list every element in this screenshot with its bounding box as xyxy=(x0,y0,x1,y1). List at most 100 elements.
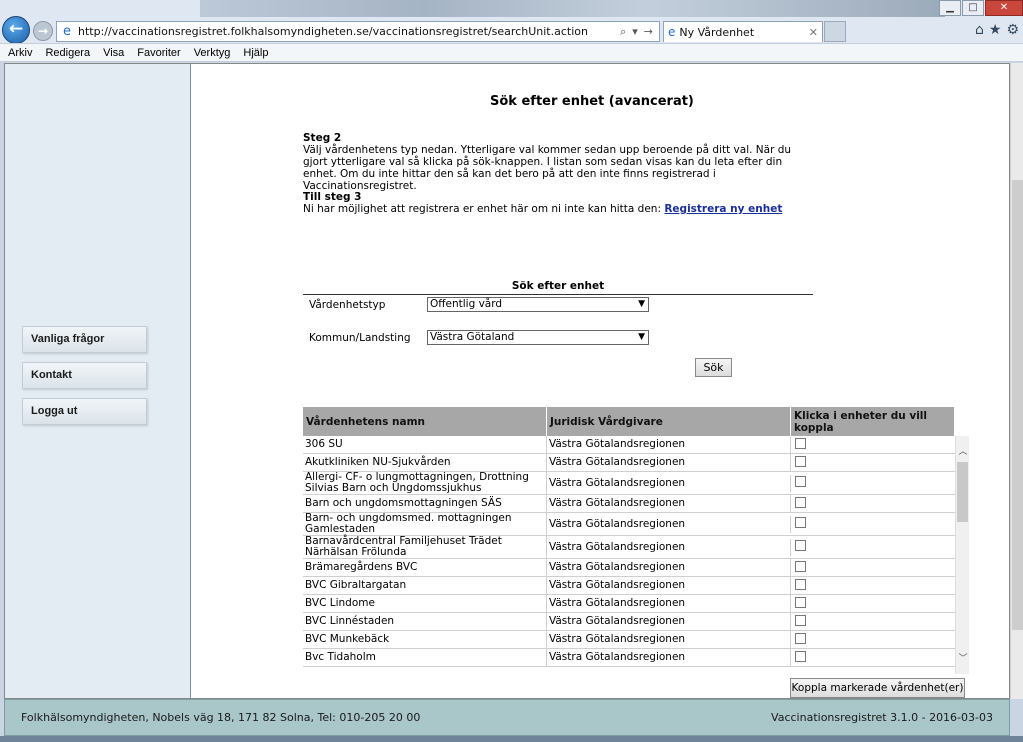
browser-chrome: ▁ □ ✕ ← → e http://vaccinationsregistret… xyxy=(0,0,1023,62)
address-bar[interactable]: e http://vaccinationsregistret.folkhalso… xyxy=(56,21,660,42)
connect-checkbox[interactable] xyxy=(795,496,806,508)
unit-name-cell: 306 SU xyxy=(303,436,547,453)
menu-hjalp[interactable]: Hjälp xyxy=(243,47,268,59)
unit-name-cell: Bvc Tidaholm xyxy=(303,649,547,666)
connect-checkbox[interactable] xyxy=(795,455,806,467)
chevron-down-icon: ▼ xyxy=(638,332,645,342)
sidebar-item-faq[interactable]: Vanliga frågor xyxy=(22,326,147,353)
region-label: Kommun/Landsting xyxy=(309,331,411,344)
provider-cell: Västra Götalandsregionen xyxy=(547,613,791,630)
connect-checkbox[interactable] xyxy=(795,614,806,626)
search-heading: Sök efter enhet xyxy=(303,280,813,295)
home-icon[interactable]: ⌂ xyxy=(975,22,984,38)
connect-checkbox[interactable] xyxy=(795,596,806,608)
table-scrollbar[interactable]: ︿ ﹀ xyxy=(955,436,969,674)
table-body: 306 SU Västra Götalandsregionen Akutklin… xyxy=(303,436,955,674)
go-icon[interactable]: → xyxy=(644,25,653,39)
menu-arkiv[interactable]: Arkiv xyxy=(8,47,32,59)
step2-text: Välj vårdenhetens typ nedan. Ytterligare… xyxy=(303,144,792,192)
maximize-icon[interactable]: □ xyxy=(962,0,984,16)
search-icon[interactable]: ⌕ xyxy=(620,25,626,39)
provider-cell: Västra Götalandsregionen xyxy=(547,631,791,648)
chevron-up-icon[interactable]: ︿ xyxy=(956,444,970,457)
table-row: BVC Lindome Västra Götalandsregionen xyxy=(303,595,955,613)
table-row: Akutkliniken NU-Sjukvården Västra Götala… xyxy=(303,454,955,472)
table-row: Barn och ungdomsmottagningen SÄS Västra … xyxy=(303,495,955,513)
table-row: Bvc Tidaholm Västra Götalandsregionen xyxy=(303,649,955,667)
step2-heading: Steg 2 xyxy=(303,132,342,144)
back-button[interactable]: ← xyxy=(2,16,30,44)
connect-checkbox[interactable] xyxy=(795,476,806,487)
table-row: BVC Gibraltargatan Västra Götalandsregio… xyxy=(303,577,955,595)
minimize-icon[interactable]: ▁ xyxy=(939,0,961,16)
header-provider: Juridisk Vårdgivare xyxy=(547,407,791,436)
table-row: 306 SU Västra Götalandsregionen xyxy=(303,436,955,454)
connect-checkbox[interactable] xyxy=(795,517,806,528)
search-button[interactable]: Sök xyxy=(695,358,732,377)
new-tab-button[interactable] xyxy=(824,21,846,42)
unit-type-row: Vårdenhetstyp Offentlig vård ▼ xyxy=(309,297,649,312)
favorites-star-icon[interactable]: ★ xyxy=(989,22,1002,38)
table-row: BVC Munkebäck Västra Götalandsregionen xyxy=(303,631,955,649)
connect-checkbox[interactable] xyxy=(795,560,806,572)
header-connect: Klicka i enheter du vill koppla xyxy=(791,407,955,436)
unit-name-cell: Akutkliniken NU-Sjukvården xyxy=(303,454,547,471)
window-background xyxy=(200,0,945,17)
table-row: Allergi- CF- o lungmottagningen, Drottni… xyxy=(303,472,955,495)
results-table: Vårdenhetens namn Juridisk Vårdgivare Kl… xyxy=(303,407,969,674)
unit-name-cell: BVC Gibraltargatan xyxy=(303,577,547,594)
menu-verktyg[interactable]: Verktyg xyxy=(194,47,231,59)
chevron-down-icon[interactable]: ﹀ xyxy=(956,651,970,664)
menu-favoriter[interactable]: Favoriter xyxy=(137,47,180,59)
chevron-down-icon: ▼ xyxy=(638,299,645,309)
unit-type-select[interactable]: Offentlig vård ▼ xyxy=(427,297,649,312)
step2-block: Steg 2 Välj vårdenhetens typ nedan. Ytte… xyxy=(303,132,813,192)
provider-cell: Västra Götalandsregionen xyxy=(547,515,791,533)
step3-heading: Till steg 3 xyxy=(303,191,362,203)
unit-type-value: Offentlig vård xyxy=(430,298,503,310)
settings-gear-icon[interactable]: ⚙ xyxy=(1006,22,1019,38)
region-select[interactable]: Västra Götaland ▼ xyxy=(427,330,649,345)
provider-cell: Västra Götalandsregionen xyxy=(547,595,791,612)
footer: Folkhälsomyndigheten, Nobels väg 18, 171… xyxy=(4,699,1010,736)
connect-checkbox[interactable] xyxy=(795,540,806,551)
connect-checkbox[interactable] xyxy=(795,650,806,662)
unit-name-cell: Barn- och ungdomsmed. mottagningen Gamle… xyxy=(303,513,547,535)
menu-visa[interactable]: Visa xyxy=(103,47,124,59)
ie-page-icon: e xyxy=(63,23,71,39)
table-row: Brämaregårdens BVC Västra Götalandsregio… xyxy=(303,559,955,577)
unit-type-label: Vårdenhetstyp xyxy=(309,298,386,311)
unit-name-cell: Barn och ungdomsmottagningen SÄS xyxy=(303,495,547,512)
tab-page-icon: e xyxy=(668,25,676,39)
provider-cell: Västra Götalandsregionen xyxy=(547,559,791,576)
step3-text: Ni har möjlighet att registrera er enhet… xyxy=(303,203,665,215)
table-scroll-thumb[interactable] xyxy=(957,462,968,522)
main-content: Sök efter enhet (avancerat) Steg 2 Välj … xyxy=(192,64,1009,698)
connect-checkbox[interactable] xyxy=(795,632,806,644)
menu-bar: Arkiv Redigera Visa Favoriter Verktyg Hj… xyxy=(0,43,1023,62)
register-unit-link[interactable]: Registrera ny enhet xyxy=(664,203,782,215)
provider-cell: Västra Götalandsregionen xyxy=(547,649,791,666)
provider-cell: Västra Götalandsregionen xyxy=(547,495,791,512)
unit-name-cell: Barnavårdcentral Familjehuset Trädet När… xyxy=(303,536,547,558)
connect-checkbox[interactable] xyxy=(795,437,806,449)
dropdown-icon[interactable]: ▾ xyxy=(632,25,638,39)
provider-cell: Västra Götalandsregionen xyxy=(547,436,791,453)
menu-redigera[interactable]: Redigera xyxy=(45,47,90,59)
page-scroll-thumb[interactable] xyxy=(1012,180,1023,630)
close-window-icon[interactable]: ✕ xyxy=(985,0,1023,16)
tab-close-icon[interactable]: ✕ xyxy=(809,26,818,39)
page-scrollbar[interactable] xyxy=(1010,63,1023,699)
sidebar-item-logout[interactable]: Logga ut xyxy=(22,398,147,425)
search-form: Sök efter enhet xyxy=(303,280,813,295)
connect-units-button[interactable]: Koppla markerade vårdenhet(er) xyxy=(790,678,965,698)
url-text[interactable]: http://vaccinationsregistret.folkhalsomy… xyxy=(78,25,620,38)
table-row: Barnavårdcentral Familjehuset Trädet När… xyxy=(303,536,955,559)
browser-tab[interactable]: e Ny Vårdenhet ✕ xyxy=(663,21,823,42)
sidebar-item-contact[interactable]: Kontakt xyxy=(22,362,147,389)
region-value: Västra Götaland xyxy=(430,331,515,343)
unit-name-cell: Allergi- CF- o lungmottagningen, Drottni… xyxy=(303,472,547,494)
forward-button[interactable]: → xyxy=(33,21,53,41)
provider-cell: Västra Götalandsregionen xyxy=(547,538,791,556)
connect-checkbox[interactable] xyxy=(795,578,806,590)
